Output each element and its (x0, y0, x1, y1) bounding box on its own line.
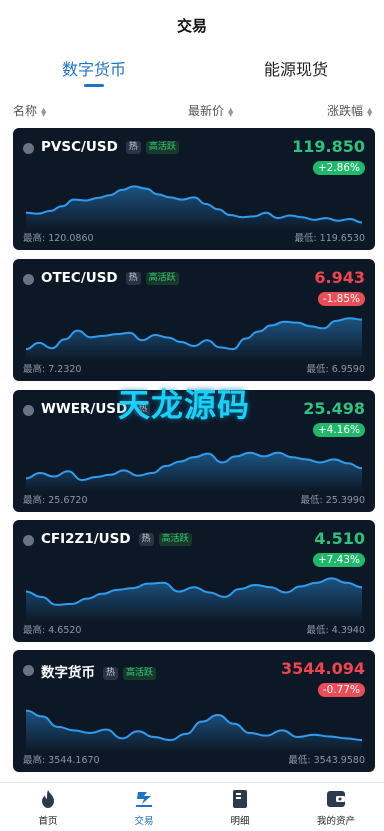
high-price: 最高: 4.6520 (23, 625, 82, 636)
last-price: 4.510 (314, 529, 365, 548)
hot-badge: 热 (125, 141, 141, 154)
tabbar-label: 首页 (38, 816, 58, 827)
last-price: 119.850 (292, 137, 365, 156)
sparkline-area (26, 578, 362, 622)
sort-icon: ▲ ▼ (228, 106, 234, 118)
trade-icon (136, 792, 152, 807)
tabbar-details[interactable]: 明细 (192, 783, 288, 831)
pair-name: CFI2Z1/USD 热高活跃 (41, 531, 192, 547)
page-title: 交易 (176, 16, 207, 35)
column-name-label: 名称 (13, 104, 38, 118)
high-price: 最高: 3544.1670 (23, 755, 100, 766)
hot-badge: 热 (135, 403, 151, 416)
sort-icon: ▲ ▼ (41, 106, 47, 118)
change-badge: -1.85% (317, 292, 365, 306)
price-sparkline (26, 451, 362, 492)
pair-label: CFI2Z1/USD (41, 531, 131, 547)
tabbar-label: 明细 (230, 816, 250, 827)
change-badge: -0.77% (317, 683, 365, 697)
tabbar-trade[interactable]: 交易 (96, 783, 192, 831)
low-price: 最低: 6.9590 (306, 364, 365, 375)
last-price: 3544.094 (280, 659, 365, 678)
change-badge: +2.86% (312, 161, 365, 175)
hot-badge: 热 (103, 667, 119, 680)
low-price: 最低: 119.6530 (294, 233, 365, 244)
low-price: 最低: 4.3940 (306, 625, 365, 636)
flame-icon (42, 790, 54, 808)
sparkline-area (26, 318, 362, 361)
status-dot (23, 405, 34, 416)
tabbar-home[interactable]: 首页 (0, 783, 96, 831)
sort-by-name[interactable]: 名称 ▲ ▼ (13, 102, 46, 119)
hot-badge: 热 (138, 533, 154, 546)
sparkline-area (26, 452, 362, 492)
wallet-icon (327, 791, 345, 807)
last-price: 25.498 (303, 399, 365, 418)
pair-label: 数字货币 (41, 665, 95, 681)
market-card[interactable]: WWER/USD 热 25.498 +4.16% 最高: 25.6720 最低: … (13, 390, 375, 512)
high-price: 最高: 120.0860 (23, 233, 94, 244)
status-dot (23, 274, 34, 285)
sparkline-area (26, 186, 362, 230)
low-price: 最低: 3543.9580 (288, 755, 365, 766)
market-card[interactable]: 数字货币热高活跃 3544.094 -0.77% 最高: 3544.1670 最… (13, 650, 375, 772)
pair-label: PVSC/USD (41, 139, 118, 155)
status-dot (23, 535, 34, 546)
market-card[interactable]: OTEC/USD 热高活跃 6.943 -1.85% 最高: 7.2320 最低:… (13, 259, 375, 381)
price-sparkline (26, 577, 362, 622)
active-badge: 高活跃 (123, 667, 157, 680)
active-tab-indicator (84, 84, 104, 87)
high-price: 最高: 7.2320 (23, 364, 82, 375)
pair-name: 数字货币热高活跃 (41, 661, 157, 681)
bottom-tab-bar: 首页 交易 明细 我的资产 (0, 782, 384, 831)
tabbar-label: 交易 (134, 816, 154, 827)
book-icon (233, 790, 247, 808)
pair-name: PVSC/USD 热高活跃 (41, 139, 179, 155)
status-dot (23, 143, 34, 154)
tabbar-label: 我的资产 (316, 816, 355, 827)
tab-energy-spot[interactable]: 能源现货 (264, 56, 328, 80)
market-tabs: 数字货币 能源现货 (0, 50, 384, 96)
status-dot (23, 665, 34, 676)
sort-by-price[interactable]: 最新价 ▲ ▼ (188, 102, 233, 119)
low-price: 最低: 25.3990 (300, 495, 365, 506)
column-change-label: 涨跌幅 (327, 104, 364, 118)
hot-badge: 热 (125, 272, 141, 285)
tabbar-assets[interactable]: 我的资产 (288, 783, 384, 831)
change-badge: +7.43% (312, 553, 365, 567)
column-header: 名称 ▲ ▼ 最新价 ▲ ▼ 涨跌幅 ▲ ▼ (0, 96, 384, 124)
change-badge: +4.16% (312, 423, 365, 437)
last-price: 6.943 (314, 268, 365, 287)
pair-name: WWER/USD 热 (41, 401, 151, 417)
tab-digital-currency[interactable]: 数字货币 (62, 56, 126, 80)
pair-label: WWER/USD (41, 401, 128, 417)
price-sparkline (26, 317, 362, 361)
market-card[interactable]: CFI2Z1/USD 热高活跃 4.510 +7.43% 最高: 4.6520 最… (13, 520, 375, 642)
active-badge: 高活跃 (158, 533, 192, 546)
price-sparkline (26, 709, 362, 752)
sort-by-change[interactable]: 涨跌幅 ▲ ▼ (327, 102, 372, 119)
pair-name: OTEC/USD 热高活跃 (41, 270, 179, 286)
market-card[interactable]: PVSC/USD 热高活跃 119.850 +2.86% 最高: 120.0860… (13, 128, 375, 250)
active-badge: 高活跃 (145, 272, 179, 285)
high-price: 最高: 25.6720 (23, 495, 88, 506)
price-sparkline (26, 185, 362, 230)
sort-icon: ▲ ▼ (367, 106, 373, 118)
column-price-label: 最新价 (188, 104, 225, 118)
active-badge: 高活跃 (145, 141, 179, 154)
pair-label: OTEC/USD (41, 270, 118, 286)
